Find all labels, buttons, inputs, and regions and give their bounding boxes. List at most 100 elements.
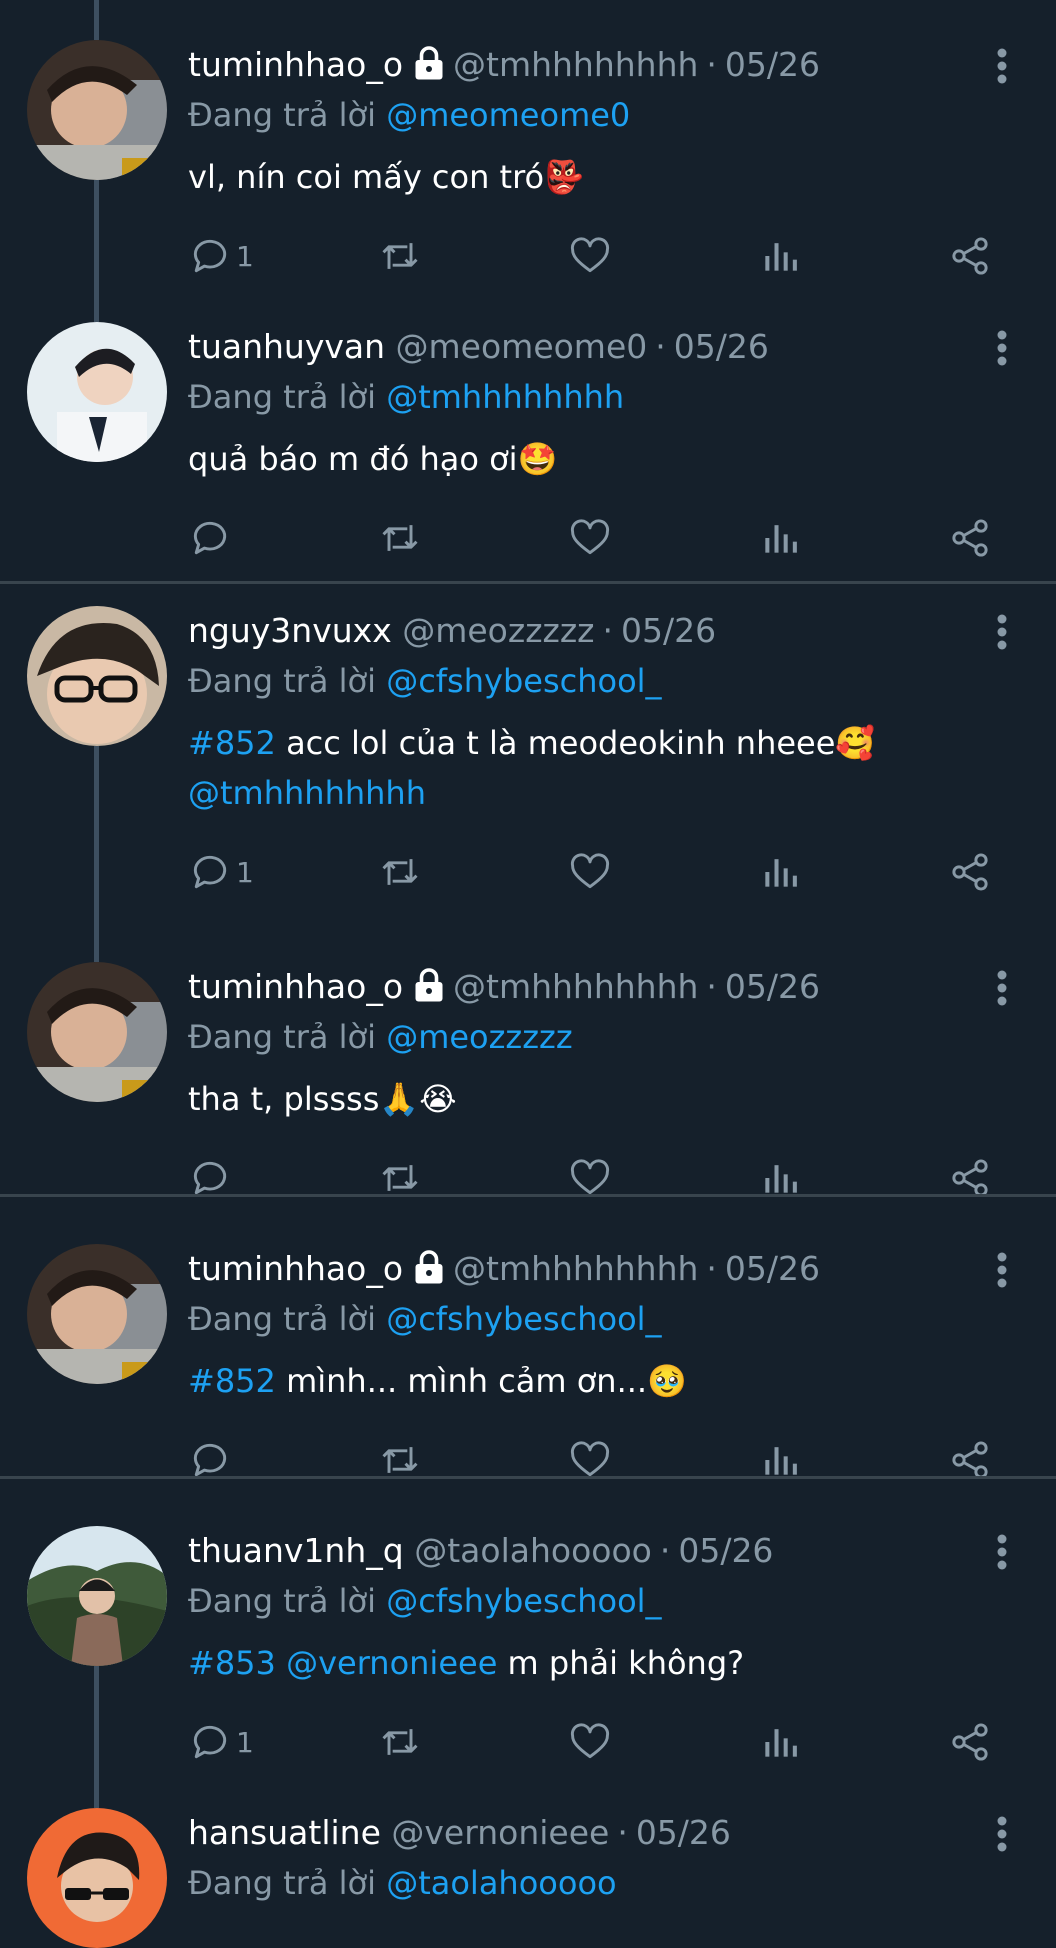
display-name[interactable]: tuanhuyvan xyxy=(188,327,385,366)
tweet-date[interactable]: 05/26 xyxy=(636,1813,731,1852)
reply-button[interactable]: 1 xyxy=(188,232,254,280)
more-options-icon[interactable] xyxy=(996,970,1008,1006)
more-options-icon[interactable] xyxy=(996,1534,1008,1570)
user-handle[interactable]: @tmhhhhhhhh xyxy=(453,967,698,1006)
user-handle[interactable]: @taolahooooo xyxy=(414,1531,652,1570)
tweet-item[interactable]: tuminhhao_o @tmhhhhhhhh · 05/26 Đang trả lờ… xyxy=(0,0,1056,282)
share-button[interactable] xyxy=(948,848,992,896)
more-options-icon[interactable] xyxy=(996,330,1008,366)
like-button[interactable] xyxy=(568,1718,612,1766)
user-handle[interactable]: @vernonieee xyxy=(391,1813,609,1852)
reply-to-mention[interactable]: @meozzzzz xyxy=(386,1018,572,1056)
tweet-item[interactable]: nguy3nvuxx @meozzzzz · 05/26 Đang trả lời … xyxy=(0,584,1056,936)
like-button[interactable] xyxy=(568,514,612,562)
more-options-icon[interactable] xyxy=(996,48,1008,84)
tweet-date[interactable]: 05/26 xyxy=(725,45,820,84)
share-button[interactable] xyxy=(948,514,992,562)
display-name[interactable]: nguy3nvuxx xyxy=(188,611,392,650)
user-handle[interactable]: @meozzzzz xyxy=(402,611,594,650)
display-name[interactable]: hansuatline xyxy=(188,1813,381,1852)
reply-to-mention[interactable]: @cfshybeschool_ xyxy=(386,662,661,700)
analytics-icon xyxy=(765,1729,797,1757)
reply-to-mention[interactable]: @tmhhhhhhhh xyxy=(386,378,624,416)
analytics-button[interactable] xyxy=(758,1718,802,1766)
display-name[interactable]: thuanv1nh_q xyxy=(188,1531,404,1570)
heart-icon xyxy=(570,237,610,273)
more-options-icon[interactable] xyxy=(996,1816,1008,1852)
tweet-item[interactable]: hansuatline @vernonieee · 05/26 Đang trả l… xyxy=(0,1768,1056,1948)
reply-button[interactable]: 1 xyxy=(188,848,254,896)
reply-prefix: Đang trả lời xyxy=(188,662,377,700)
tweet-date[interactable]: 05/26 xyxy=(621,611,716,650)
separator-dot: · xyxy=(706,1249,717,1288)
more-options-icon[interactable] xyxy=(996,1252,1008,1288)
retweet-button[interactable] xyxy=(378,1718,422,1766)
separator-dot: · xyxy=(617,1813,628,1852)
share-icon xyxy=(952,237,988,275)
hashtag-link[interactable]: #852 xyxy=(188,724,276,762)
avatar[interactable] xyxy=(27,962,167,1102)
tweet-date[interactable]: 05/26 xyxy=(725,967,820,1006)
avatar-image xyxy=(27,1808,167,1948)
reply-button[interactable] xyxy=(188,514,236,562)
user-handle[interactable]: @tmhhhhhhhh xyxy=(453,1249,698,1288)
avatar[interactable] xyxy=(27,1808,167,1948)
retweet-button[interactable] xyxy=(378,848,422,896)
reply-to-mention[interactable]: @cfshybeschool_ xyxy=(386,1300,661,1338)
analytics-button[interactable] xyxy=(758,232,802,280)
tweet-item[interactable]: tuanhuyvan @meomeome0 · 05/26 Đang trả lời… xyxy=(0,282,1056,564)
retweet-button[interactable] xyxy=(378,232,422,280)
avatar[interactable] xyxy=(27,1526,167,1666)
display-name[interactable]: tuminhhao_o xyxy=(188,45,403,84)
avatar[interactable] xyxy=(27,606,167,746)
analytics-button[interactable] xyxy=(758,848,802,896)
reply-to-mention[interactable]: @cfshybeschool_ xyxy=(386,1582,661,1620)
mention-link[interactable]: @tmhhhhhhhh xyxy=(188,774,426,812)
tweet-item[interactable]: thuanv1nh_q @taolahooooo · 05/26 Đang trả … xyxy=(0,1486,1056,1768)
tweet-date[interactable]: 05/26 xyxy=(674,327,769,366)
more-options-icon[interactable] xyxy=(996,614,1008,650)
separator-dot: · xyxy=(655,327,666,366)
retweet-icon xyxy=(382,243,418,269)
display-name[interactable]: tuminhhao_o xyxy=(188,1249,403,1288)
reply-count: 1 xyxy=(236,855,254,889)
tweet-item[interactable]: tuminhhao_o @tmhhhhhhhh · 05/26 Đang trả lờ… xyxy=(0,922,1056,1204)
avatar[interactable] xyxy=(27,1244,167,1384)
thread-line xyxy=(94,922,99,962)
lock-icon xyxy=(415,46,443,80)
reply-prefix: Đang trả lời xyxy=(188,1018,377,1056)
retweet-button[interactable] xyxy=(378,514,422,562)
hashtag-link[interactable]: #853 xyxy=(188,1644,276,1682)
tweet-date[interactable]: 05/26 xyxy=(725,1249,820,1288)
reply-icon xyxy=(193,521,227,555)
lock-icon xyxy=(415,968,443,1002)
avatar-image xyxy=(27,606,167,746)
reply-button[interactable]: 1 xyxy=(188,1718,254,1766)
reply-icon xyxy=(193,855,227,889)
share-button[interactable] xyxy=(948,232,992,280)
display-name[interactable]: tuminhhao_o xyxy=(188,967,403,1006)
reply-prefix: Đang trả lời xyxy=(188,96,377,134)
avatar[interactable] xyxy=(27,322,167,462)
tweet-item[interactable]: tuminhhao_o @tmhhhhhhhh · 05/26 Đang trả lờ… xyxy=(0,1204,1056,1486)
tweet-text: vl, nín coi mấy con tró👺 xyxy=(188,158,584,196)
tweet-date[interactable]: 05/26 xyxy=(678,1531,773,1570)
analytics-icon xyxy=(765,243,797,271)
avatar-image xyxy=(27,1244,167,1384)
user-handle[interactable]: @meomeome0 xyxy=(396,327,648,366)
like-button[interactable] xyxy=(568,848,612,896)
like-button[interactable] xyxy=(568,232,612,280)
avatar[interactable] xyxy=(27,40,167,180)
heart-icon xyxy=(570,853,610,889)
avatar-image xyxy=(27,962,167,1102)
retweet-icon xyxy=(382,1729,418,1755)
hashtag-link[interactable]: #852 xyxy=(188,1362,276,1400)
share-button[interactable] xyxy=(948,1718,992,1766)
user-handle[interactable]: @tmhhhhhhhh xyxy=(453,45,698,84)
lock-icon xyxy=(415,1250,443,1284)
reply-to-mention[interactable]: @meomeome0 xyxy=(386,96,630,134)
analytics-button[interactable] xyxy=(758,514,802,562)
reply-to-mention[interactable]: @taolahooooo xyxy=(386,1864,616,1902)
mention-link[interactable]: @vernonieee xyxy=(286,1644,497,1682)
tweet-text: tha t, plssss🙏😭 xyxy=(188,1080,457,1118)
